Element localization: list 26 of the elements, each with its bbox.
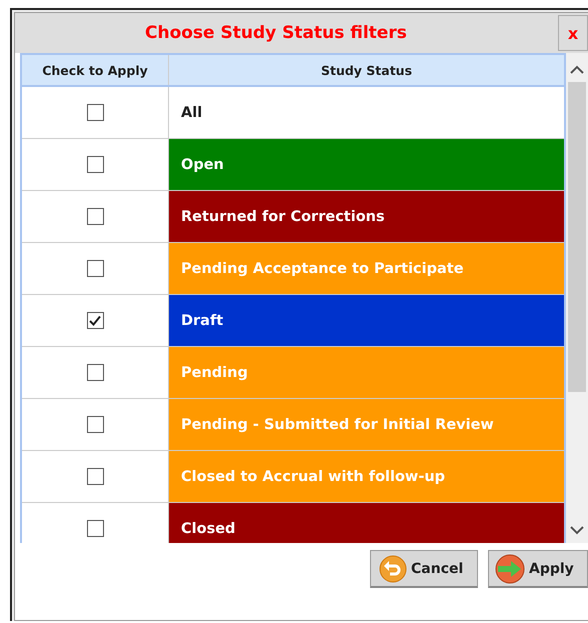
column-header: Study Status <box>320 62 414 80</box>
scrollbar-thumb[interactable] <box>568 82 586 392</box>
status-cell: Pending - Submitted for Initial Review <box>169 399 564 450</box>
cancel-button[interactable]: Cancel <box>370 550 478 588</box>
checkbox[interactable] <box>86 208 104 225</box>
dialog-title: Choose Study Status filters <box>145 23 407 43</box>
column-header: Check to Apply <box>22 55 169 85</box>
apply-button[interactable]: Apply <box>488 550 588 588</box>
checkbox[interactable] <box>86 520 104 537</box>
checkbox[interactable] <box>86 104 104 121</box>
checkbox[interactable] <box>86 156 104 173</box>
scroll-up-icon[interactable] <box>570 65 584 74</box>
status-cell: Closed to Accrual with follow-up <box>169 451 564 502</box>
status-cell: Closed <box>169 503 564 543</box>
scrollbar[interactable] <box>566 53 588 543</box>
checkbox[interactable] <box>86 312 104 329</box>
status-cell: Pending Acceptance to Participate <box>169 243 564 294</box>
status-cell: Draft <box>169 295 564 346</box>
status-cell: Returned for Corrections <box>169 191 564 242</box>
checkbox[interactable] <box>86 364 104 381</box>
status-cell: Pending <box>169 347 564 398</box>
checkbox[interactable] <box>86 468 104 485</box>
checkbox[interactable] <box>86 416 104 433</box>
scroll-down-icon[interactable] <box>570 526 584 535</box>
checkbox[interactable] <box>86 260 104 277</box>
status-cell: Open <box>169 139 564 190</box>
